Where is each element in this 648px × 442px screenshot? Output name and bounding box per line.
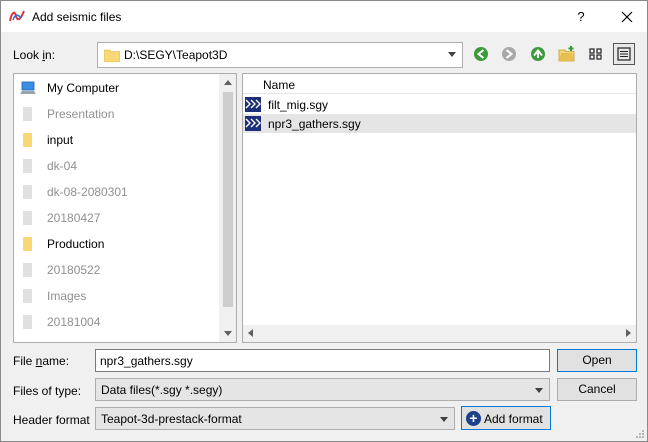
chevron-down-icon bbox=[535, 388, 543, 393]
sidebar-item-20180427[interactable]: 20180427 bbox=[14, 205, 219, 231]
folder-icon bbox=[23, 237, 32, 251]
folder-icon bbox=[23, 315, 32, 329]
folder-icon bbox=[23, 133, 32, 147]
header-format-label: Header format bbox=[13, 413, 90, 427]
folder-icon bbox=[23, 263, 32, 277]
plus-circle-icon: + bbox=[466, 411, 481, 426]
scroll-right-icon[interactable] bbox=[626, 329, 631, 337]
column-header-name[interactable]: Name bbox=[243, 74, 636, 94]
look-in-combo[interactable]: D:\SEGY\Teapot3D bbox=[97, 42, 463, 68]
scroll-down-icon[interactable] bbox=[224, 331, 232, 336]
files-of-type-label: Files of type: bbox=[13, 384, 82, 398]
look-in-path: D:\SEGY\Teapot3D bbox=[124, 48, 228, 62]
chevron-down-icon bbox=[440, 417, 448, 422]
folder-icon bbox=[23, 185, 32, 199]
title-bar: Add seismic files ? bbox=[1, 1, 647, 32]
look-in-label: Look in: bbox=[13, 48, 56, 62]
new-folder-icon[interactable] bbox=[557, 44, 577, 64]
files-of-type-combo[interactable]: Data files(*.sgy *.segy) bbox=[95, 378, 550, 401]
folder-icon bbox=[23, 107, 32, 121]
file-name-label: File name: bbox=[13, 354, 70, 368]
resize-grip-icon[interactable] bbox=[635, 429, 645, 439]
file-list: Name filt_mig.sgy npr3_gathers.sgy bbox=[242, 73, 637, 343]
folder-icon bbox=[104, 49, 120, 62]
scroll-up-icon[interactable] bbox=[224, 80, 232, 85]
folder-icon bbox=[23, 211, 32, 225]
scroll-thumb[interactable] bbox=[223, 92, 233, 307]
add-seismic-files-dialog: Add seismic files ? Look in: D:\SEGY\Tea… bbox=[0, 0, 648, 442]
up-folder-icon[interactable] bbox=[528, 44, 548, 64]
detail-view-button[interactable] bbox=[613, 43, 635, 65]
sidebar-item-my-computer[interactable]: My Computer bbox=[14, 75, 219, 101]
back-icon[interactable] bbox=[471, 44, 491, 64]
sidebar-item-20180522[interactable]: 20180522 bbox=[14, 257, 219, 283]
cancel-button[interactable]: Cancel bbox=[557, 378, 637, 401]
sidebar-item-production[interactable]: Production bbox=[14, 231, 219, 257]
window-title: Add seismic files bbox=[32, 10, 122, 24]
app-logo-icon bbox=[9, 10, 25, 22]
file-name-input[interactable] bbox=[96, 350, 549, 371]
file-list-hscrollbar[interactable] bbox=[243, 325, 636, 342]
sidebar-item-input[interactable]: input bbox=[14, 127, 219, 153]
help-button[interactable]: ? bbox=[567, 6, 595, 28]
sidebar-scrollbar[interactable] bbox=[219, 74, 236, 342]
computer-icon bbox=[20, 81, 36, 94]
close-button[interactable] bbox=[613, 6, 641, 28]
list-view-button[interactable] bbox=[585, 43, 607, 65]
sidebar-item-presentation[interactable]: Presentation bbox=[14, 101, 219, 127]
file-row[interactable]: filt_mig.sgy bbox=[243, 95, 636, 114]
list-view-icon bbox=[589, 48, 602, 60]
sidebar-item-images[interactable]: Images bbox=[14, 283, 219, 309]
file-name-field[interactable] bbox=[95, 349, 550, 372]
detail-view-icon bbox=[617, 47, 631, 61]
close-icon bbox=[621, 11, 633, 23]
sidebar-item-dk-04[interactable]: dk-04 bbox=[14, 153, 219, 179]
header-format-combo[interactable]: Teapot-3d-prestack-format bbox=[95, 407, 455, 430]
file-row-selected[interactable]: npr3_gathers.sgy bbox=[243, 114, 636, 133]
sidebar-item-20181004[interactable]: 20181004 bbox=[14, 309, 219, 335]
forward-icon[interactable] bbox=[499, 44, 519, 64]
sidebar: My Computer Presentation input dk-04 dk-… bbox=[13, 73, 237, 343]
folder-icon bbox=[23, 289, 32, 303]
open-button[interactable]: Open bbox=[557, 349, 637, 372]
seismic-file-icon bbox=[245, 97, 261, 112]
add-format-button[interactable]: + Add format bbox=[461, 406, 551, 430]
seismic-file-icon bbox=[245, 116, 261, 131]
sidebar-item-dk-08-2080301[interactable]: dk-08-2080301 bbox=[14, 179, 219, 205]
scroll-left-icon[interactable] bbox=[248, 329, 253, 337]
chevron-down-icon bbox=[448, 52, 456, 57]
folder-icon bbox=[23, 159, 32, 173]
